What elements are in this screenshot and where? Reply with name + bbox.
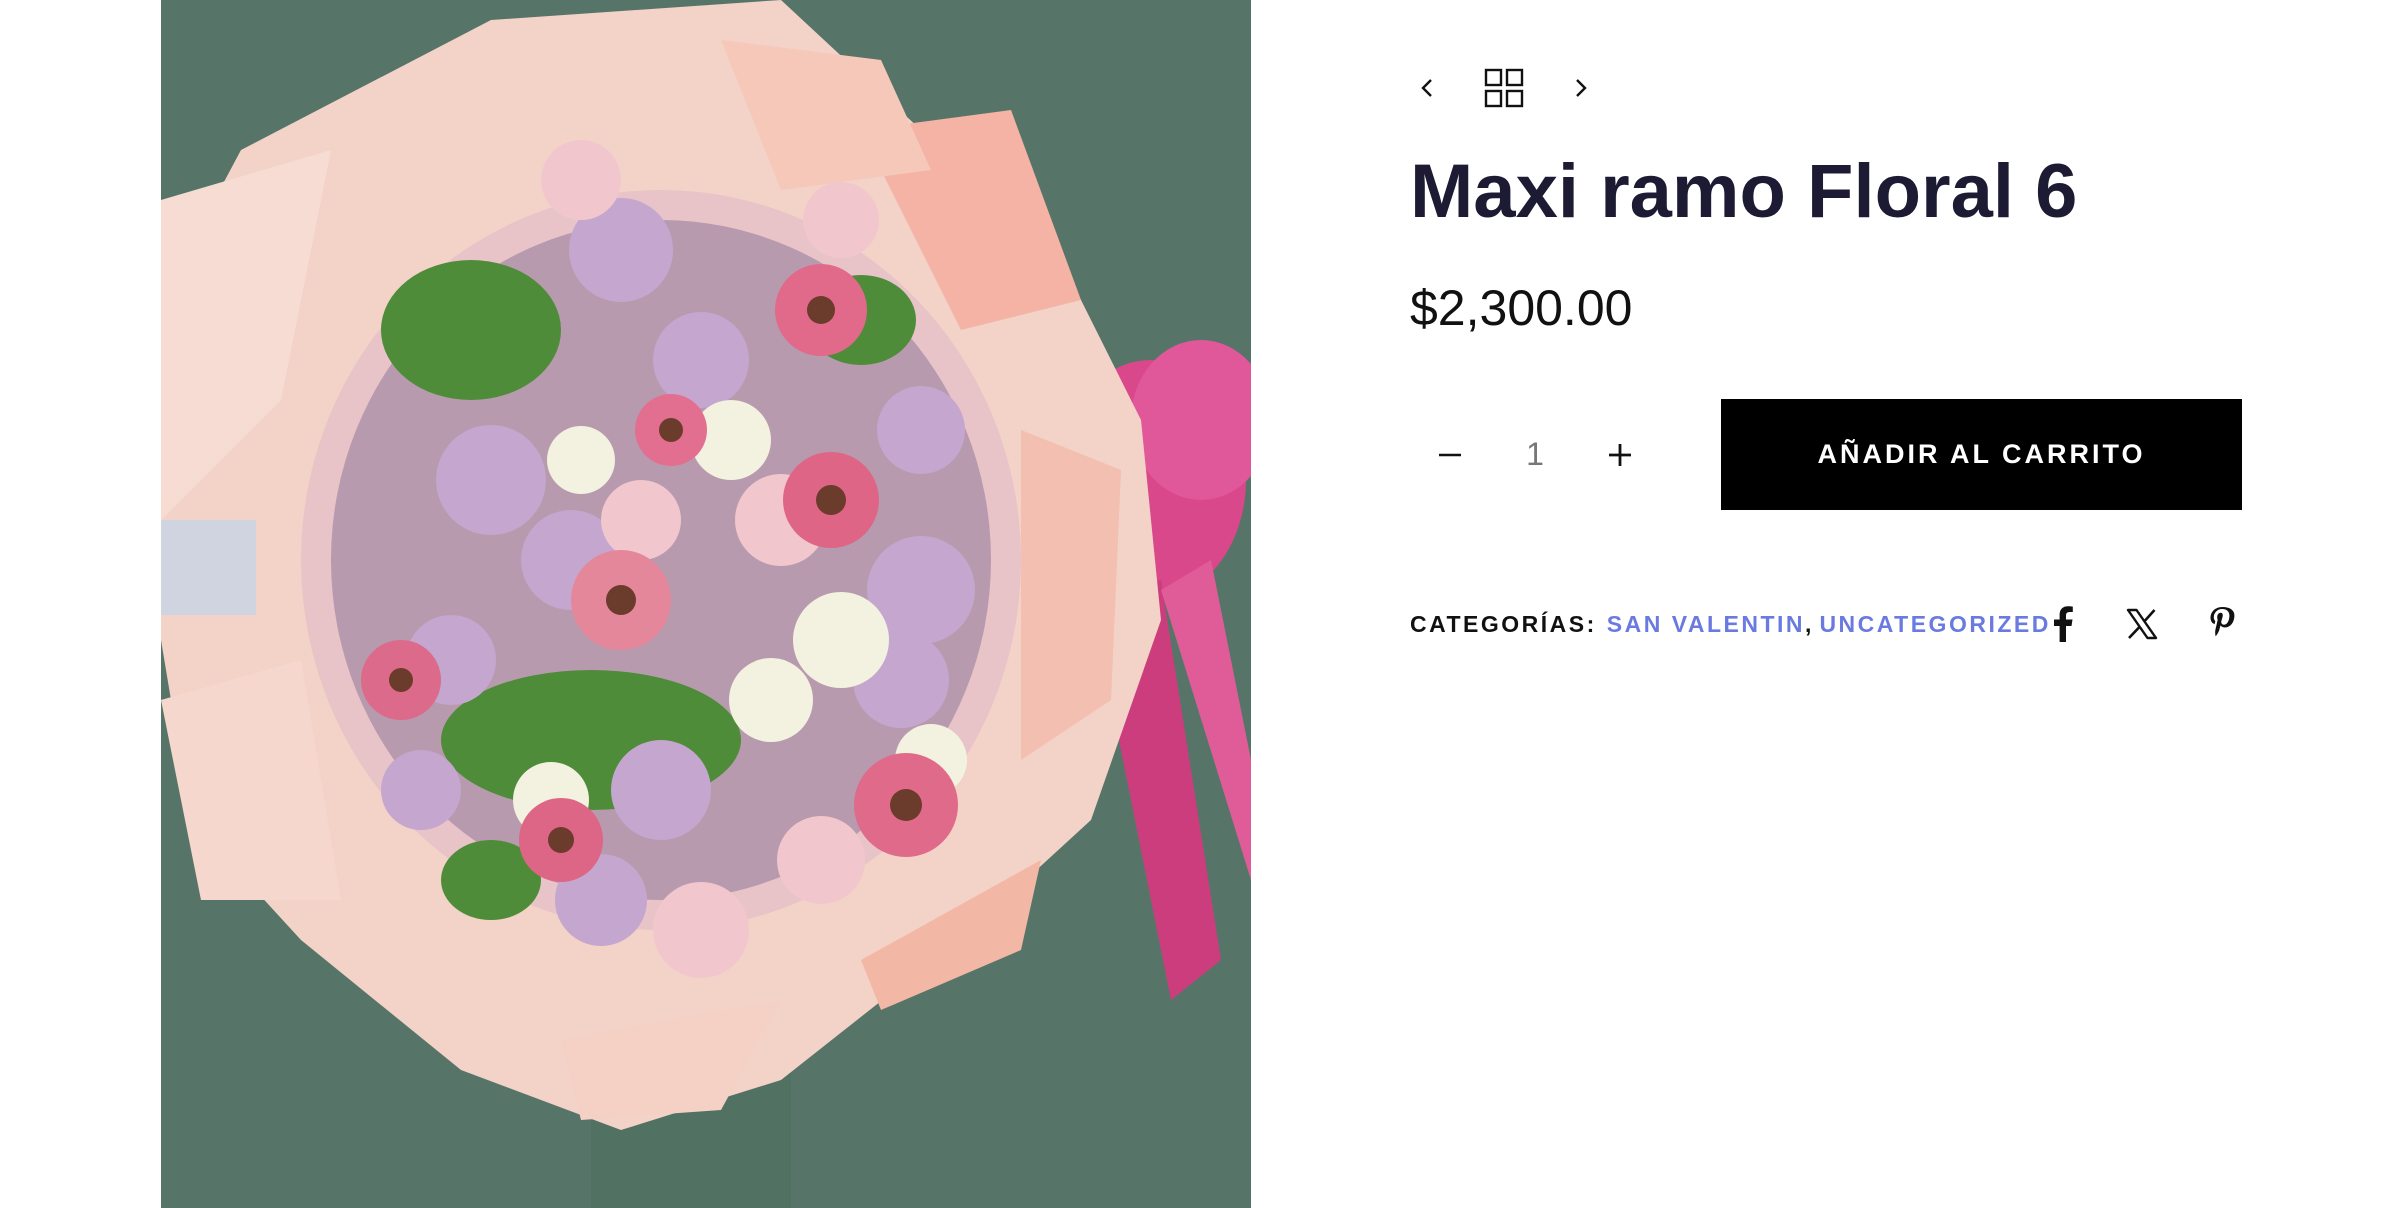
previous-product-button[interactable] [1400,60,1456,116]
product-meta: CATEGORÍAS: SAN VALENTIN , UNCATEGORIZED [1410,596,2250,652]
quantity-input[interactable] [1495,436,1575,473]
share-facebook-button[interactable] [2034,596,2090,652]
facebook-icon [2054,606,2073,642]
chevron-left-icon [1421,79,1432,97]
quantity-increase-button[interactable] [1580,415,1660,495]
product-page: Maxi ramo Floral 6 $2,300.00 AÑADIR AL C… [0,0,2396,1208]
product-image[interactable] [161,0,1251,1208]
product-summary: Maxi ramo Floral 6 $2,300.00 AÑADIR AL C… [1410,0,2250,1208]
quantity-decrease-button[interactable] [1410,415,1490,495]
quantity-stepper [1410,399,1660,510]
chevron-right-icon [1576,79,1587,97]
add-to-cart-button[interactable]: AÑADIR AL CARRITO [1721,399,2242,510]
back-to-shop-button[interactable] [1476,60,1532,116]
product-price: $2,300.00 [1410,280,1633,336]
category-separator: , [1805,610,1812,637]
next-product-button[interactable] [1552,60,1608,116]
plus-icon [1609,443,1631,466]
share-pinterest-button[interactable] [2194,596,2250,652]
minus-icon [1439,453,1461,456]
category-link-san-valentin[interactable]: SAN VALENTIN [1607,611,1805,638]
categories-label: CATEGORÍAS: [1410,610,1597,637]
share-links [2010,596,2250,652]
product-title: Maxi ramo Floral 6 [1410,149,2078,234]
grid-icon [1484,68,1524,108]
add-to-cart-form: AÑADIR AL CARRITO [1410,399,2242,510]
pinterest-icon [2210,607,2235,637]
x-icon [2126,608,2158,640]
bouquet-illustration [161,0,1251,1208]
share-x-button[interactable] [2114,596,2170,652]
product-navigation [1410,60,1608,116]
